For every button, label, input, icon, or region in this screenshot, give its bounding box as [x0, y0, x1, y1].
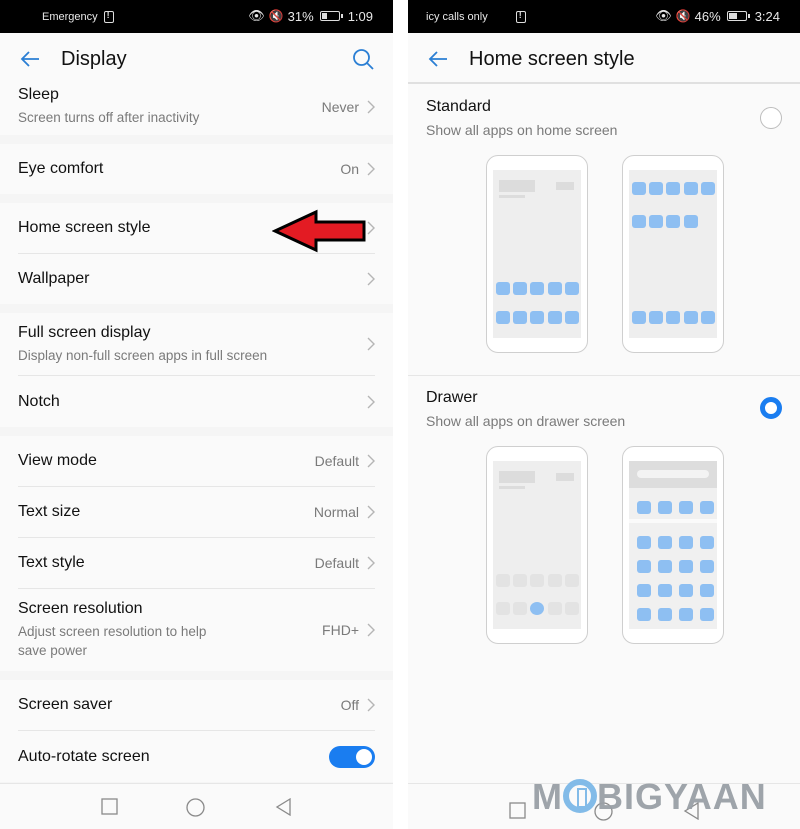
status-bar: icy calls only 👁 🔇 46% 3:24: [408, 0, 800, 33]
carrier-text: Emergency: [42, 11, 98, 23]
page-title: Home screen style: [469, 48, 635, 70]
recents-square-icon[interactable]: [101, 798, 118, 815]
setting-eye-comfort[interactable]: Eye comfort On: [0, 144, 393, 194]
setting-label: Home screen style: [18, 219, 151, 236]
drawer-home-preview: [486, 446, 588, 644]
setting-value: Default: [314, 453, 359, 469]
watermark-text-left: M: [532, 776, 563, 817]
radio-standard[interactable]: [760, 107, 782, 129]
settings-group: Eye comfort On: [0, 144, 393, 194]
chevron-right-icon: [367, 505, 375, 519]
setting-screen-saver[interactable]: Screen saver Off: [0, 680, 393, 731]
setting-description: Display non-full screen apps in full scr…: [18, 347, 268, 363]
setting-label: Eye comfort: [18, 160, 104, 177]
settings-group: Full screen display Display non-full scr…: [0, 313, 393, 427]
settings-group: Screen saver Off Auto-rotate screen: [0, 680, 393, 782]
carrier-text: icy calls only: [426, 11, 488, 23]
back-triangle-icon[interactable]: [275, 798, 292, 816]
chevron-right-icon: [367, 272, 375, 286]
setting-label: Wallpaper: [18, 270, 90, 287]
option-drawer[interactable]: Drawer Show all apps on drawer screen: [408, 377, 800, 737]
navigation-bar: [0, 783, 393, 829]
sim-alert-icon: [515, 10, 526, 23]
standard-home-preview: [486, 155, 588, 353]
drawer-apps-preview: [622, 446, 724, 644]
setting-label: Notch: [18, 392, 60, 410]
setting-description: Adjust screen resolution to help save po…: [18, 624, 207, 658]
display-settings-screen: Emergency 👁 🔇 31% 1:09 Display Sleep Scr…: [0, 0, 393, 829]
battery-charging-icon: [726, 11, 750, 21]
setting-value: Off: [340, 697, 359, 713]
setting-notch[interactable]: Notch: [0, 376, 393, 427]
sim-alert-icon: [103, 10, 114, 23]
setting-value: Default: [314, 555, 359, 571]
setting-screen-resolution[interactable]: Screen resolution Adjust screen resoluti…: [0, 589, 393, 671]
setting-sleep[interactable]: Sleep Screen turns off after inactivity …: [0, 78, 393, 135]
setting-view-mode[interactable]: View mode Default: [0, 436, 393, 487]
option-standard[interactable]: Standard Show all apps on home screen: [408, 86, 800, 376]
app-drawer-icon: [530, 602, 544, 615]
chevron-right-icon: [367, 221, 375, 235]
chevron-right-icon: [367, 395, 375, 408]
chevron-right-icon: [367, 162, 375, 176]
mute-icon: 🔇: [675, 9, 691, 23]
standard-apps-preview: [622, 155, 724, 353]
setting-label: Text style: [18, 554, 85, 571]
setting-label: Screen resolution: [18, 600, 143, 617]
app-bar: Home screen style: [408, 33, 800, 84]
setting-value: Never: [321, 98, 359, 115]
clock: 1:09: [347, 8, 373, 24]
setting-wallpaper[interactable]: Wallpaper: [0, 254, 393, 304]
page-title: Display: [61, 48, 127, 70]
search-icon[interactable]: [351, 47, 375, 71]
setting-label: Sleep: [18, 86, 59, 103]
chevron-right-icon: [367, 556, 375, 570]
watermark-text-right: BIGYAAN: [597, 776, 767, 817]
battery-percent: 31%: [287, 8, 314, 24]
setting-value: FHD+: [322, 622, 359, 638]
option-label: Standard: [426, 98, 491, 115]
setting-description: Screen turns off after inactivity: [18, 110, 200, 125]
setting-label: Auto-rotate screen: [18, 747, 150, 765]
battery-icon: [319, 11, 343, 21]
settings-list: Sleep Screen turns off after inactivity …: [0, 78, 393, 791]
settings-group: View mode Default Text size Normal Text …: [0, 436, 393, 671]
setting-text-style[interactable]: Text style Default: [0, 538, 393, 589]
option-label: Drawer: [426, 389, 478, 406]
back-arrow-icon[interactable]: [18, 47, 42, 71]
watermark-logo: M BIGYAAN: [532, 776, 767, 818]
watermark-o-icon: [563, 779, 597, 813]
setting-value: Normal: [313, 504, 359, 520]
setting-label: Text size: [18, 503, 81, 520]
setting-label: View mode: [18, 452, 97, 469]
recents-square-icon[interactable]: [509, 802, 526, 819]
chevron-right-icon: [367, 100, 375, 113]
red-annotation-arrow-icon: [272, 209, 366, 253]
chevron-right-icon: [367, 454, 375, 468]
setting-value: On: [340, 161, 359, 177]
clock: 3:24: [754, 8, 780, 24]
chevron-right-icon: [367, 623, 375, 637]
chevron-right-icon: [367, 698, 375, 712]
settings-group: Sleep Screen turns off after inactivity …: [0, 78, 393, 135]
battery-percent: 46%: [694, 8, 721, 24]
radio-drawer[interactable]: [760, 397, 782, 419]
back-arrow-icon[interactable]: [426, 47, 450, 71]
setting-label: Screen saver: [18, 696, 113, 713]
option-description: Show all apps on home screen: [426, 122, 618, 138]
mute-icon: 🔇: [268, 9, 284, 23]
status-bar: Emergency 👁 🔇 31% 1:09: [0, 0, 393, 33]
app-bar: Display: [0, 33, 393, 84]
auto-rotate-toggle[interactable]: [329, 745, 375, 768]
option-description: Show all apps on drawer screen: [426, 413, 626, 429]
chevron-right-icon: [367, 337, 375, 351]
setting-text-size[interactable]: Text size Normal: [0, 487, 393, 538]
setting-full-screen-display[interactable]: Full screen display Display non-full scr…: [0, 313, 393, 376]
setting-label: Full screen display: [18, 323, 151, 341]
home-screen-style-screen: icy calls only 👁 🔇 46% 3:24 Home screen …: [408, 0, 800, 829]
home-circle-icon[interactable]: [186, 798, 205, 817]
eye-comfort-icon: 👁: [655, 8, 672, 23]
setting-auto-rotate[interactable]: Auto-rotate screen: [0, 731, 393, 782]
eye-comfort-icon: 👁: [248, 8, 265, 23]
